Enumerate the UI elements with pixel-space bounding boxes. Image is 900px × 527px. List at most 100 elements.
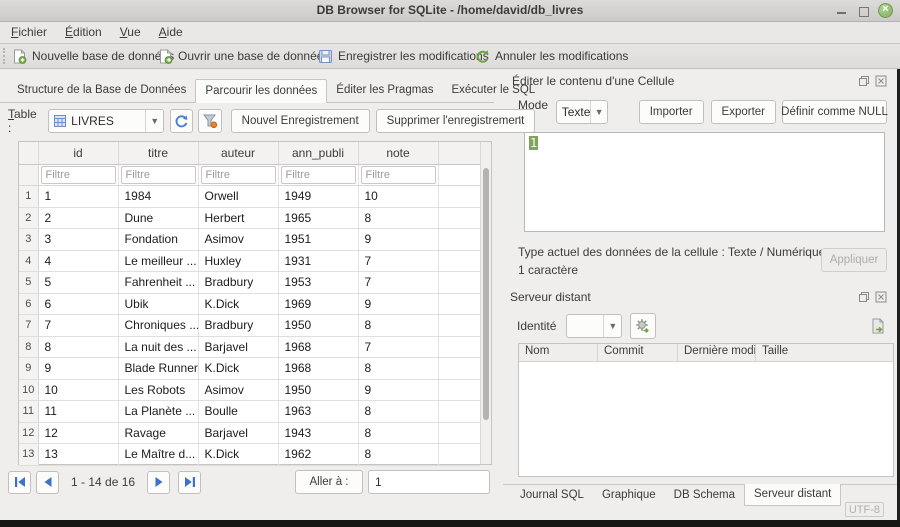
grid-cell[interactable]: Fahrenheit ... xyxy=(118,272,198,294)
menu-edition[interactable]: Édition xyxy=(56,22,111,43)
grid-cell[interactable]: 11 xyxy=(38,401,118,423)
row-number[interactable]: 7 xyxy=(19,315,38,337)
grid-cell[interactable]: 1963 xyxy=(278,401,358,423)
filter-input-titre[interactable] xyxy=(121,166,196,184)
row-number[interactable]: 3 xyxy=(19,229,38,251)
tab-db-schema[interactable]: DB Schema xyxy=(665,485,744,507)
filter-input-ann-publi[interactable] xyxy=(281,166,356,184)
goto-input[interactable] xyxy=(368,470,490,494)
grid-cell[interactable]: 1968 xyxy=(278,336,358,358)
grid-cell[interactable]: 10 xyxy=(358,186,438,208)
column-header-id[interactable]: id xyxy=(38,142,118,164)
grid-cell[interactable]: Ravage xyxy=(118,422,198,444)
revert-changes-button[interactable]: Annuler les modifications xyxy=(475,44,628,68)
grid-cell[interactable]: 1951 xyxy=(278,229,358,251)
grid-cell[interactable]: Les Robots xyxy=(118,379,198,401)
row-number[interactable]: 9 xyxy=(19,358,38,380)
filter-input-auteur[interactable] xyxy=(201,166,276,184)
tab-serveur-distant[interactable]: Serveur distant xyxy=(744,484,841,506)
grid-cell[interactable]: Bradbury xyxy=(198,315,278,337)
new-database-button[interactable]: Nouvelle base de données xyxy=(12,44,174,68)
grid-cell[interactable]: 6 xyxy=(38,293,118,315)
tab-browse-data[interactable]: Parcourir les données xyxy=(195,79,327,103)
grid-cell[interactable]: K.Dick xyxy=(198,293,278,315)
grid-cell[interactable]: 8 xyxy=(358,358,438,380)
grid-cell[interactable]: 1943 xyxy=(278,422,358,444)
first-page-button[interactable] xyxy=(8,471,31,494)
grid-cell[interactable]: 1 xyxy=(38,186,118,208)
toolbar-drag-handle[interactable] xyxy=(3,48,5,64)
grid-cell[interactable]: 8 xyxy=(38,336,118,358)
grid-cell[interactable]: Chroniques ... xyxy=(118,315,198,337)
menu-vue[interactable]: Vue xyxy=(111,22,150,43)
grid-cell[interactable]: 9 xyxy=(358,229,438,251)
column-header-titre[interactable]: titre xyxy=(118,142,198,164)
filter-input-note[interactable] xyxy=(361,166,436,184)
grid-cell[interactable]: 13 xyxy=(38,444,118,466)
identity-select[interactable]: ▼ xyxy=(566,314,622,338)
table-select[interactable]: LIVRES ▼ xyxy=(48,109,164,133)
grid-cell[interactable]: K.Dick xyxy=(198,444,278,466)
grid-cell[interactable]: 1949 xyxy=(278,186,358,208)
float-dock-icon[interactable] xyxy=(858,75,870,87)
grid-cell[interactable]: 8 xyxy=(358,207,438,229)
save-changes-button[interactable]: Enregistrer les modifications xyxy=(318,44,489,68)
row-number[interactable]: 1 xyxy=(19,186,38,208)
grid-cell[interactable]: 5 xyxy=(38,272,118,294)
set-null-button[interactable]: Définir comme NULL xyxy=(782,100,887,124)
grid-scrollbar[interactable] xyxy=(480,142,491,464)
export-button[interactable]: Exporter xyxy=(711,100,776,124)
row-number[interactable]: 10 xyxy=(19,379,38,401)
remote-col-nom[interactable]: Nom xyxy=(519,344,598,361)
row-number[interactable]: 12 xyxy=(19,422,38,444)
grid-cell[interactable]: Dune xyxy=(118,207,198,229)
grid-cell[interactable]: 1965 xyxy=(278,207,358,229)
grid-cell[interactable]: Boulle xyxy=(198,401,278,423)
grid-cell[interactable]: 1953 xyxy=(278,272,358,294)
menu-fichier[interactable]: Fichier xyxy=(2,22,56,43)
import-button[interactable]: Importer xyxy=(639,100,704,124)
row-number[interactable]: 11 xyxy=(19,401,38,423)
prev-page-button[interactable] xyxy=(36,471,59,494)
identity-settings-button[interactable] xyxy=(630,313,656,339)
remote-col-commit[interactable]: Commit xyxy=(598,344,678,361)
titlebar[interactable]: DB Browser for SQLite - /home/david/db_l… xyxy=(0,0,900,22)
grid-cell[interactable]: 8 xyxy=(358,444,438,466)
tab-pragmas[interactable]: Éditer les Pragmas xyxy=(327,79,442,103)
grid-cell[interactable]: 9 xyxy=(358,379,438,401)
grid-cell[interactable]: Asimov xyxy=(198,379,278,401)
grid-cell[interactable]: La Planète ... xyxy=(118,401,198,423)
grid-cell[interactable]: 1950 xyxy=(278,315,358,337)
grid-cell[interactable]: 8 xyxy=(358,315,438,337)
grid-cell[interactable]: Le meilleur ... xyxy=(118,250,198,272)
grid-cell[interactable]: 7 xyxy=(358,250,438,272)
row-number[interactable]: 6 xyxy=(19,293,38,315)
next-page-button[interactable] xyxy=(147,471,170,494)
tab-graphique[interactable]: Graphique xyxy=(593,485,665,507)
grid-cell[interactable]: 1969 xyxy=(278,293,358,315)
grid-cell[interactable]: K.Dick xyxy=(198,358,278,380)
row-number[interactable]: 13 xyxy=(19,444,38,466)
grid-cell[interactable]: 1950 xyxy=(278,379,358,401)
remote-col-taille[interactable]: Taille xyxy=(756,344,893,361)
column-header-ann-publi[interactable]: ann_publi xyxy=(278,142,358,164)
open-database-button[interactable]: Ouvrir une base de données xyxy=(158,44,329,68)
grid-cell[interactable]: 4 xyxy=(38,250,118,272)
grid-cell[interactable]: Herbert xyxy=(198,207,278,229)
grid-cell[interactable]: 2 xyxy=(38,207,118,229)
grid-scrollbar-thumb[interactable] xyxy=(483,168,489,420)
grid-cell[interactable]: 1968 xyxy=(278,358,358,380)
minimize-icon[interactable] xyxy=(834,3,850,19)
row-number[interactable]: 2 xyxy=(19,207,38,229)
tab-execute-sql[interactable]: Exécuter le SQL xyxy=(442,79,544,103)
filter-input-id[interactable] xyxy=(41,166,116,184)
grid-cell[interactable]: 8 xyxy=(358,401,438,423)
grid-cell[interactable]: Le Maître d... xyxy=(118,444,198,466)
grid-cell[interactable]: 10 xyxy=(38,379,118,401)
grid-cell[interactable]: 1962 xyxy=(278,444,358,466)
grid-cell[interactable]: 7 xyxy=(38,315,118,337)
grid-cell[interactable]: 7 xyxy=(358,336,438,358)
cell-content-editor[interactable]: 1 xyxy=(524,132,885,232)
grid-cell[interactable]: 1931 xyxy=(278,250,358,272)
grid-cell[interactable]: Barjavel xyxy=(198,336,278,358)
